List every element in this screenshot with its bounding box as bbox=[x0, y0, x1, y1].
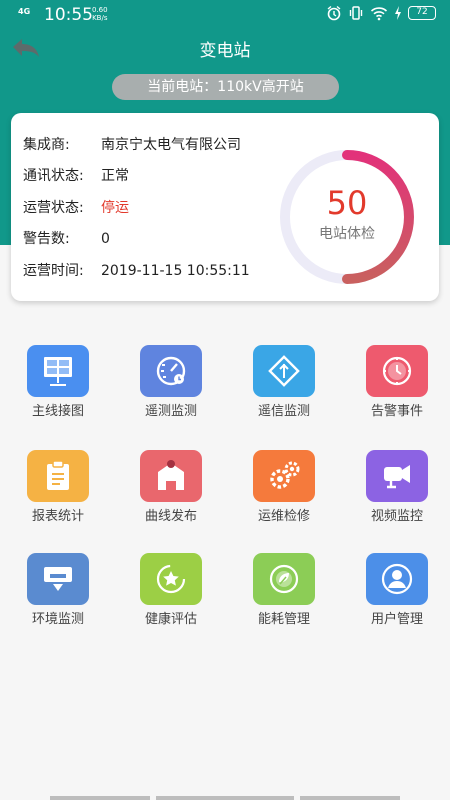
indicator-segment bbox=[50, 796, 150, 800]
op-time-label: 运营时间: bbox=[23, 263, 84, 279]
user-icon bbox=[366, 553, 428, 605]
charging-icon bbox=[395, 6, 401, 20]
menu-item[interactable]: 用户管理 bbox=[344, 553, 444, 643]
menu-item-label: 报表统计 bbox=[31, 509, 84, 524]
menu-item[interactable]: 遥信监测 bbox=[231, 345, 331, 435]
menu-item-label: 环境监测 bbox=[31, 612, 84, 627]
alarm-clock-icon bbox=[366, 345, 428, 397]
menu-item-label: 告警事件 bbox=[370, 404, 423, 419]
menu-item-label: 主线接图 bbox=[31, 404, 84, 419]
integrator-label: 集成商: bbox=[23, 137, 70, 153]
report-clipboard-icon bbox=[27, 450, 89, 502]
station-health-gauge[interactable]: 50 电站体检 bbox=[277, 147, 417, 287]
menu-item[interactable]: 告警事件 bbox=[344, 345, 444, 435]
op-status-value: 停运 bbox=[101, 200, 129, 216]
status-icons: 72 bbox=[326, 5, 436, 21]
menu-item-label: 遥测监测 bbox=[144, 404, 197, 419]
environment-monitor-icon bbox=[27, 553, 89, 605]
menu-item[interactable]: 健康评估 bbox=[118, 553, 218, 643]
network-speed: 0.60 KB/s bbox=[92, 6, 108, 22]
comm-status-value: 正常 bbox=[101, 168, 129, 184]
health-star-icon bbox=[140, 553, 202, 605]
indicator-segment bbox=[156, 796, 294, 800]
alarm-count-value: 0 bbox=[101, 231, 110, 247]
menu-item[interactable]: 能耗管理 bbox=[231, 553, 331, 643]
status-time: 10:55 bbox=[44, 5, 93, 25]
menu-item[interactable]: 视频监控 bbox=[344, 450, 444, 540]
menu-item[interactable]: 遥测监测 bbox=[118, 345, 218, 435]
status-bar: 4G 10:55 0.60 KB/s 72 bbox=[0, 0, 450, 30]
menu-item[interactable]: 报表统计 bbox=[5, 450, 105, 540]
telemetry-gauge-icon bbox=[140, 345, 202, 397]
integrator-row: 集成商: 南京宁太电气有限公司 bbox=[23, 135, 241, 155]
page-title: 变电站 bbox=[199, 41, 251, 61]
telesignal-icon bbox=[253, 345, 315, 397]
menu-item-label: 运维检修 bbox=[257, 509, 310, 524]
op-time-value: 2019-11-15 10:55:11 bbox=[101, 263, 250, 279]
op-status-label: 运营状态: bbox=[23, 200, 84, 216]
menu-item-label: 曲线发布 bbox=[144, 509, 197, 524]
integrator-value: 南京宁太电气有限公司 bbox=[101, 137, 241, 153]
bottom-indicator bbox=[50, 796, 400, 800]
op-status-row: 运营状态: 停运 bbox=[23, 198, 129, 218]
battery-icon: 72 bbox=[408, 6, 436, 20]
alarm-count-label: 警告数: bbox=[23, 231, 70, 247]
single-line-diagram-icon bbox=[27, 345, 89, 397]
curve-release-icon bbox=[140, 450, 202, 502]
comm-status-label: 通讯状态: bbox=[23, 168, 84, 184]
vibrate-icon bbox=[349, 6, 363, 20]
maintenance-gears-icon bbox=[253, 450, 315, 502]
menu-item-label: 视频监控 bbox=[370, 509, 423, 524]
menu-item-label: 用户管理 bbox=[370, 612, 423, 627]
menu-item-label: 健康评估 bbox=[144, 612, 197, 627]
network-indicator: 4G bbox=[18, 7, 31, 16]
health-score-label: 电站体检 bbox=[319, 226, 375, 242]
alarm-count-row: 警告数: 0 bbox=[23, 229, 110, 249]
title-bar: 变电站 bbox=[0, 30, 450, 72]
comm-status-row: 通讯状态: 正常 bbox=[23, 166, 129, 186]
menu-item[interactable]: 运维检修 bbox=[231, 450, 331, 540]
menu-item[interactable]: 曲线发布 bbox=[118, 450, 218, 540]
health-score: 50 bbox=[326, 184, 368, 222]
energy-leaf-icon bbox=[253, 553, 315, 605]
menu-item[interactable]: 环境监测 bbox=[5, 553, 105, 643]
current-station-selector[interactable]: 当前电站：110kV高开站 bbox=[112, 74, 339, 100]
menu-item-label: 遥信监测 bbox=[257, 404, 310, 419]
menu-item-label: 能耗管理 bbox=[257, 612, 310, 627]
indicator-segment bbox=[300, 796, 400, 800]
menu-item[interactable]: 主线接图 bbox=[5, 345, 105, 435]
station-info-card: 集成商: 南京宁太电气有限公司 通讯状态: 正常 运营状态: 停运 警告数: 0… bbox=[11, 113, 439, 301]
wifi-icon bbox=[370, 7, 388, 21]
alarm-icon bbox=[327, 5, 341, 21]
op-time-row: 运营时间: 2019-11-15 10:55:11 bbox=[23, 261, 250, 281]
video-camera-icon bbox=[366, 450, 428, 502]
